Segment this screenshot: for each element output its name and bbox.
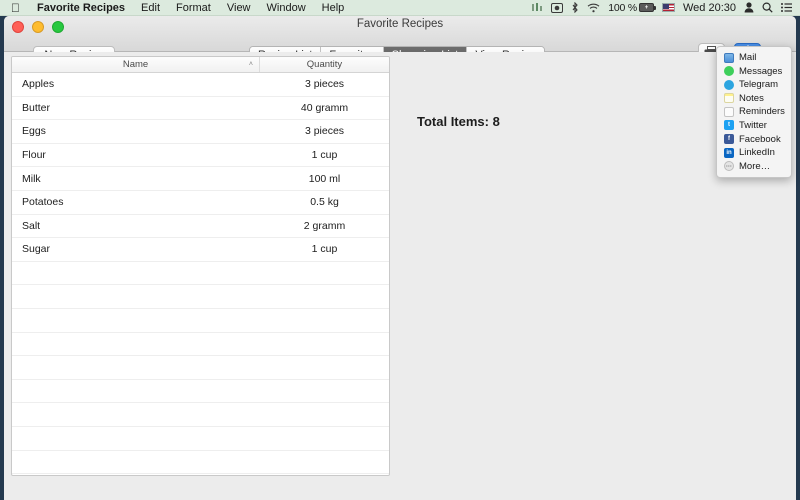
table-row-empty[interactable] (12, 403, 389, 427)
share-menu-item-linkedin[interactable]: in LinkedIn (717, 146, 791, 159)
cell-quantity: 3 pieces (304, 78, 345, 91)
menu-clock[interactable]: Wed 20:30 (683, 0, 736, 16)
share-menu-item-label: Messages (739, 65, 783, 77)
cell-name: Butter (22, 101, 51, 114)
share-menu-item-label: Telegram (739, 79, 779, 91)
cell-quantity: 0.5 kg (310, 196, 339, 209)
share-menu-item-label: Notes (739, 92, 764, 104)
table-row[interactable]: Flour 1 cup (12, 144, 389, 168)
sort-ascending-icon: ˄ (248, 61, 253, 68)
mail-icon (724, 52, 734, 63)
share-menu-item-twitter[interactable]: t Twitter (717, 119, 791, 132)
table-row-empty[interactable] (12, 427, 389, 451)
cell-quantity: 3 pieces (304, 125, 345, 138)
wifi-icon[interactable] (587, 3, 600, 13)
notes-icon (724, 93, 734, 104)
screen:  Favorite Recipes Edit Format View Wind… (0, 0, 800, 500)
us-flag-icon[interactable] (661, 3, 675, 12)
shopping-list-table[interactable]: Name ˄ Quantity Apples 3 pieces Butter 40 g… (11, 56, 390, 476)
menu-bar:  Favorite Recipes Edit Format View Wind… (0, 0, 800, 16)
table-row-empty[interactable] (12, 356, 389, 380)
screenshot-icon[interactable] (551, 2, 564, 13)
share-menu-item-facebook[interactable]: f Facebook (717, 133, 791, 146)
table-row[interactable]: Potatoes 0.5 kg (12, 191, 389, 215)
table-row[interactable]: Apples 3 pieces (12, 73, 389, 97)
share-menu-item-reminders[interactable]: Reminders (717, 105, 791, 118)
more-icon: ··· (724, 161, 734, 172)
column-header-name[interactable]: Name ˄ (12, 57, 260, 72)
cell-name: Potatoes (22, 196, 64, 209)
battery-percent-label: 100 % (608, 1, 637, 14)
menu-item-help[interactable]: Help (314, 0, 353, 16)
share-menu-item-label: Mail (739, 52, 757, 63)
table-row-empty[interactable] (12, 380, 389, 404)
share-menu-item-label: Twitter (739, 119, 767, 131)
cell-quantity: 2 gramm (303, 219, 346, 232)
share-menu-item-label: LinkedIn (739, 147, 775, 159)
menu-app-name[interactable]: Favorite Recipes (29, 0, 133, 16)
reminders-icon (724, 106, 734, 117)
share-menu-item-messages[interactable]: Messages (717, 65, 791, 78)
battery-badge: + (644, 5, 649, 11)
table-body: Apples 3 pieces Butter 40 gramm Eggs 3 pieces… (12, 73, 389, 475)
linkedin-icon: in (724, 147, 734, 158)
table-row-empty[interactable] (12, 309, 389, 333)
table-row[interactable]: Milk 100 ml (12, 167, 389, 191)
table-row[interactable]: Salt 2 gramm (12, 215, 389, 239)
menu-bar-status-area: 100 % + Wed 20:30 (532, 0, 794, 16)
control-center-icon[interactable] (781, 3, 792, 12)
share-menu-item-notes[interactable]: Notes (717, 92, 791, 105)
app-window: Favorite Recipes New Recipe Recipe List … (4, 16, 796, 500)
window-titlebar: Favorite Recipes New Recipe Recipe List … (4, 16, 796, 65)
cell-quantity: 1 cup (311, 149, 338, 162)
menu-item-format[interactable]: Format (168, 0, 219, 16)
share-menu-item-label: More… (739, 160, 771, 172)
total-items-label: Total Items: 8 (417, 114, 500, 129)
share-menu-item-telegram[interactable]: Telegram (717, 78, 791, 91)
window-content: Name ˄ Quantity Apples 3 pieces Butter 40 g… (4, 52, 796, 500)
battery-status[interactable]: 100 % + (608, 0, 656, 16)
table-row-empty[interactable] (12, 285, 389, 309)
search-icon[interactable] (762, 2, 773, 13)
cell-quantity: 1 cup (311, 243, 338, 256)
table-row-empty[interactable] (12, 262, 389, 286)
table-row[interactable]: Eggs 3 pieces (12, 120, 389, 144)
cell-name: Salt (22, 219, 41, 232)
user-icon[interactable] (744, 2, 754, 13)
cell-name: Sugar (22, 243, 51, 256)
menu-item-edit[interactable]: Edit (133, 0, 168, 16)
share-menu-item-label: Reminders (739, 106, 785, 118)
bluetooth-icon[interactable] (571, 2, 579, 13)
table-row[interactable]: Butter 40 gramm (12, 97, 389, 121)
telegram-icon (724, 79, 734, 90)
menu-item-window[interactable]: Window (259, 0, 314, 16)
table-row[interactable]: Sugar 1 cup (12, 238, 389, 262)
window-title: Favorite Recipes (356, 18, 444, 30)
column-header-name-label: Name (122, 59, 149, 70)
column-header-quantity-label: Quantity (306, 59, 343, 70)
share-menu-item-mail[interactable]: Mail (717, 51, 791, 64)
cell-name: Milk (22, 172, 41, 185)
menu-item-view[interactable]: View (219, 0, 259, 16)
share-menu-item-more[interactable]: ··· More… (717, 160, 791, 173)
table-row-empty[interactable] (12, 451, 389, 475)
cell-quantity: 40 gramm (300, 101, 349, 114)
cell-name: Flour (22, 149, 46, 162)
cell-name: Eggs (22, 125, 46, 138)
share-menu-item-label: Facebook (739, 133, 781, 145)
table-header-row: Name ˄ Quantity (12, 57, 389, 73)
messages-icon (724, 66, 734, 77)
table-row-empty[interactable] (12, 333, 389, 357)
share-menu-popover: Mail Messages Telegram Notes Reminders t Twitt… (716, 46, 792, 179)
equalizer-icon[interactable] (532, 3, 543, 12)
cell-quantity: 100 ml (308, 172, 341, 185)
apple-menu-icon[interactable]:  (6, 2, 29, 14)
facebook-icon: f (724, 134, 734, 145)
column-header-quantity[interactable]: Quantity (260, 57, 389, 72)
battery-icon: + (638, 3, 656, 12)
twitter-icon: t (724, 120, 734, 131)
cell-name: Apples (22, 78, 55, 91)
